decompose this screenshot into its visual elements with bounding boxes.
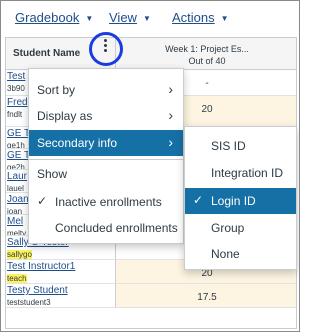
menu-item-label: Display as: [37, 109, 93, 123]
student-name-cell: Testy Student teststudent3: [6, 284, 116, 307]
student-login-id: fndlt: [7, 110, 23, 119]
menu-item-label: Concluded enrollments: [55, 221, 178, 235]
assignment-points: Out of 40: [188, 56, 226, 66]
view-menu[interactable]: View ▼: [109, 10, 151, 25]
submenu-item-login-id[interactable]: ✓ Login ID: [185, 188, 296, 214]
caret-down-icon: ▼: [220, 14, 229, 23]
submenu-item-sis-id[interactable]: SIS ID: [185, 133, 296, 159]
chevron-right-icon: ›: [168, 134, 173, 150]
menu-item-secondary-info[interactable]: Secondary info ›: [29, 130, 183, 156]
student-name-cell: Test Instructor1 teach: [6, 260, 116, 283]
chevron-right-icon: ›: [168, 107, 173, 123]
submenu-item-label: Group: [211, 221, 245, 235]
menu-item-label: Sort by: [37, 83, 76, 97]
caret-down-icon: ▼: [142, 14, 151, 23]
caret-down-icon: ▼: [85, 14, 94, 23]
assignment-title: Week 1: Project Es...: [165, 44, 249, 54]
chevron-right-icon: ›: [168, 81, 173, 97]
student-name-link[interactable]: Fred: [7, 97, 28, 108]
student-name-link[interactable]: GE T: [7, 150, 30, 161]
checkmark-icon: ✓: [193, 193, 204, 207]
student-login-id: teststudent3: [7, 298, 51, 307]
student-login-id: melty: [7, 229, 27, 235]
student-name-link[interactable]: Testy Student: [7, 285, 68, 296]
checkmark-icon: ✓: [37, 194, 48, 208]
submenu-item-integration-id[interactable]: Integration ID: [185, 160, 296, 186]
more-options-icon[interactable]: [104, 39, 108, 54]
submenu-item-label: Login ID: [211, 194, 256, 208]
actions-menu[interactable]: Actions ▼: [172, 10, 229, 25]
submenu-item-label: SIS ID: [211, 139, 246, 153]
submenu-item-label: Integration ID: [211, 166, 284, 180]
menu-item-inactive-enrollments[interactable]: ✓ Inactive enrollments: [29, 189, 183, 215]
view-menu-label: View: [109, 10, 137, 25]
assignment-column-header[interactable]: Week 1: Project Es... Out of 40: [116, 38, 296, 70]
secondary-info-submenu: SIS ID Integration ID ✓ Login ID Group None: [184, 126, 297, 270]
menu-separator: [29, 159, 183, 160]
menu-item-concluded-enrollments[interactable]: Concluded enrollments: [29, 215, 183, 241]
student-login-id: teach: [7, 274, 27, 283]
gradebook-window: Gradebook ▼ View ▼ Actions ▼ Student Name W…: [0, 0, 300, 332]
submenu-item-none[interactable]: None: [185, 241, 296, 267]
student-login-id: ge1h: [7, 141, 25, 148]
student-login-id: lauel: [7, 184, 24, 192]
menu-item-label: Inactive enrollments: [55, 195, 162, 209]
gradebook-menu-label: Gradebook: [15, 10, 80, 25]
show-section-heading: Show: [37, 167, 68, 181]
student-name-header-label: Student Name: [13, 48, 81, 59]
top-menu-bar: Gradebook ▼ View ▼ Actions ▼: [1, 1, 299, 37]
menu-item-display-as[interactable]: Display as ›: [29, 103, 183, 129]
student-name-link[interactable]: Mel: [7, 216, 23, 227]
student-login-id: ge2h: [7, 163, 25, 169]
student-name-link[interactable]: Joan: [7, 194, 29, 205]
gradebook-menu[interactable]: Gradebook ▼: [15, 10, 93, 25]
column-options-menu: Sort by › Display as › Secondary info › …: [28, 68, 184, 244]
actions-menu-label: Actions: [172, 10, 215, 25]
table-row: Testy Student teststudent3 17.5: [6, 284, 296, 308]
menu-item-label: Secondary info: [37, 136, 118, 150]
student-login-id: sallygo: [7, 250, 32, 259]
student-name-link[interactable]: Test Instructor1: [7, 261, 75, 272]
student-name-link[interactable]: Test: [7, 71, 25, 82]
submenu-item-label: None: [211, 247, 240, 261]
menu-item-sort-by[interactable]: Sort by ›: [29, 77, 183, 103]
grade-cell[interactable]: 17.5: [116, 284, 296, 307]
student-name-link[interactable]: GE T: [7, 128, 30, 139]
student-login-id: joan: [7, 207, 23, 214]
student-login-id: 3b90: [7, 84, 25, 93]
student-name-link[interactable]: Laur: [7, 171, 27, 182]
submenu-item-group[interactable]: Group: [185, 215, 296, 241]
